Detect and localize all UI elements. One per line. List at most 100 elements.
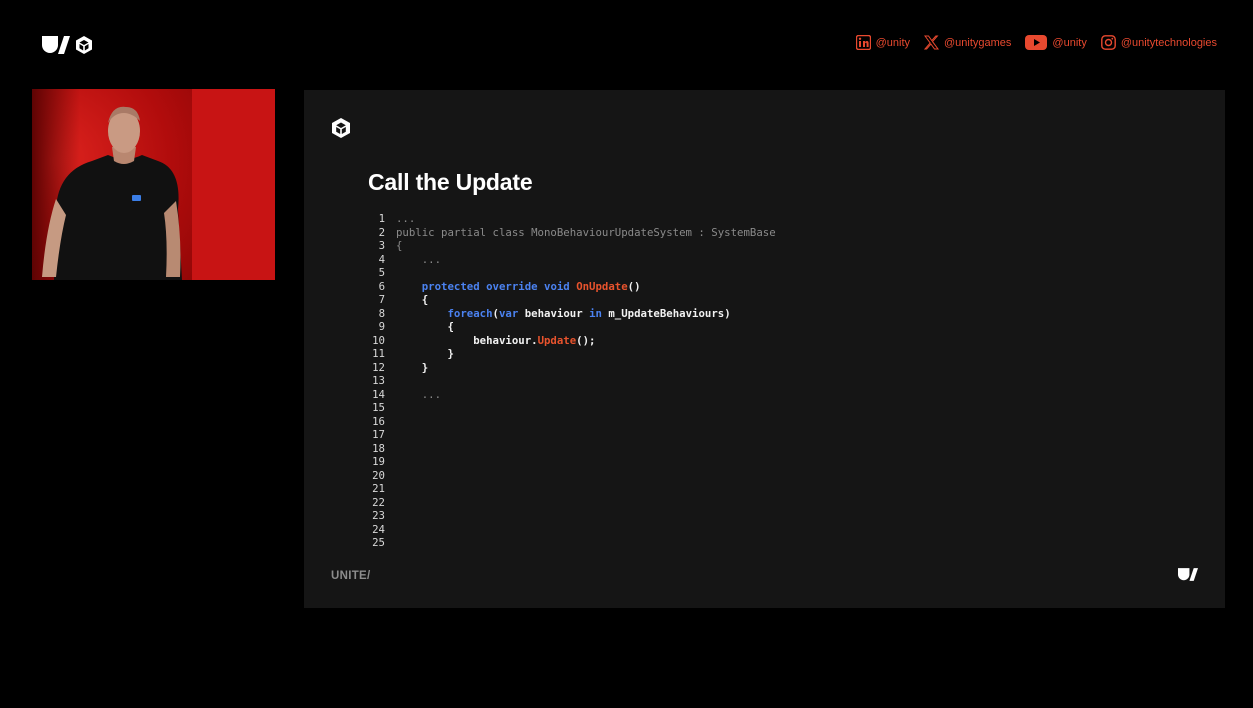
code-line: 4 ...	[364, 253, 776, 267]
line-number: 2	[378, 225, 385, 239]
code-token: m_UpdateBehaviours)	[601, 306, 731, 320]
social-youtube[interactable]: @unity	[1025, 35, 1087, 50]
code-token: }	[396, 360, 429, 374]
social-bar: @unity @unitygames @unity @unitytechnolo…	[855, 35, 1217, 50]
line-number: 20	[372, 468, 385, 482]
instagram-handle: @unitytechnologies	[1120, 36, 1217, 49]
code-token: {	[396, 239, 403, 252]
code-token: foreach	[447, 306, 493, 320]
speaker-figure	[42, 106, 182, 280]
code-line: 8 foreach(var behaviour in m_UpdateBehav…	[364, 307, 776, 321]
code-line: 6 protected override void OnUpdate()	[364, 280, 776, 294]
unity-cube-icon	[332, 118, 350, 138]
code-token: OnUpdate	[576, 279, 628, 293]
code-line: 7 {	[364, 293, 776, 307]
linkedin-icon	[855, 35, 871, 50]
code-text: {	[396, 239, 402, 253]
line-number: 25	[372, 536, 385, 549]
code-text: }	[396, 347, 454, 361]
x-icon	[924, 35, 939, 50]
code-token: behaviour	[518, 306, 590, 320]
code-line: 14 ...	[364, 388, 776, 402]
code-token: public partial class MonoBehaviourUpdate…	[396, 225, 776, 239]
code-text: {	[396, 320, 454, 334]
code-line: 21	[364, 482, 776, 496]
code-text: ...	[396, 388, 441, 402]
unite-footer-logo: UNITE/	[331, 570, 371, 582]
slide: Call the Update 1... 2 public partial clas…	[304, 90, 1225, 608]
line-number: 1	[378, 212, 385, 225]
slide-title: Call the Update	[368, 169, 533, 195]
line-number: 7	[378, 293, 385, 306]
youtube-icon	[1025, 35, 1048, 50]
code-text: foreach(var behaviour in m_UpdateBehavio…	[396, 306, 731, 321]
code-line: 19	[364, 455, 776, 469]
line-number: 23	[372, 509, 385, 522]
unite-footer-icon	[1178, 568, 1198, 581]
line-number: 4	[378, 252, 385, 266]
line-number: 24	[372, 522, 385, 536]
line-number: 13	[372, 374, 385, 387]
code-line: 16	[364, 415, 776, 429]
line-number: 22	[372, 495, 385, 509]
code-token: {	[396, 293, 429, 306]
line-number: 11	[372, 347, 385, 360]
line-number: 5	[378, 266, 385, 279]
code-line: 9 {	[364, 320, 776, 334]
code-text: public partial class MonoBehaviourUpdate…	[396, 226, 776, 240]
line-number: 15	[372, 401, 385, 414]
code-text: protected override void OnUpdate()	[396, 280, 641, 294]
line-number: 14	[372, 387, 385, 401]
code-token: {	[396, 320, 454, 333]
code-token: var	[498, 306, 519, 320]
code-line: 3{	[364, 239, 776, 253]
code-text: }	[396, 361, 428, 375]
unite-brand	[42, 35, 94, 55]
unite-logo-icon	[42, 36, 70, 54]
code-token: behaviour.	[396, 333, 538, 347]
code-line: 2 public partial class MonoBehaviourUpdat…	[364, 226, 776, 240]
line-number: 16	[372, 414, 385, 428]
code-line: 24	[364, 523, 776, 537]
line-number: 10	[372, 333, 385, 347]
line-number: 19	[372, 455, 385, 468]
line-number: 9	[378, 320, 385, 333]
code-line: 18	[364, 442, 776, 456]
code-token: ...	[396, 387, 442, 401]
code-token: }	[396, 347, 454, 360]
x-handle: @unitygames	[944, 36, 1012, 49]
speaker-video	[32, 89, 275, 280]
code-text: ...	[396, 212, 415, 226]
code-text: behaviour.Update();	[396, 334, 595, 348]
social-x[interactable]: @unitygames	[924, 35, 1011, 50]
code-line: 22	[364, 496, 776, 510]
code-line: 20	[364, 469, 776, 483]
code-block: 1... 2 public partial class MonoBehaviourU…	[364, 212, 776, 550]
line-number: 18	[372, 441, 385, 455]
code-token: ...	[396, 212, 416, 225]
code-token: ()	[627, 279, 641, 293]
code-line: 17	[364, 428, 776, 442]
code-token: ();	[576, 333, 596, 347]
youtube-handle: @unity	[1052, 36, 1087, 49]
code-text: {	[396, 293, 428, 307]
code-line: 5	[364, 266, 776, 280]
code-token: in	[589, 306, 602, 320]
code-line: 12 }	[364, 361, 776, 375]
code-line: 1...	[364, 212, 776, 226]
code-token: Update	[537, 333, 577, 347]
social-linkedin[interactable]: @unity	[855, 35, 910, 50]
code-line: 11 }	[364, 347, 776, 361]
code-token: ...	[396, 252, 442, 266]
code-text: ...	[396, 253, 441, 267]
code-line: 10 behaviour.Update();	[364, 334, 776, 348]
social-instagram[interactable]: @unitytechnologies	[1100, 35, 1217, 50]
instagram-icon	[1100, 35, 1116, 50]
linkedin-handle: @unity	[875, 36, 910, 49]
line-number: 3	[378, 239, 385, 252]
code-token: protected override void	[421, 279, 577, 293]
code-line: 23	[364, 509, 776, 523]
line-number: 17	[372, 428, 385, 441]
